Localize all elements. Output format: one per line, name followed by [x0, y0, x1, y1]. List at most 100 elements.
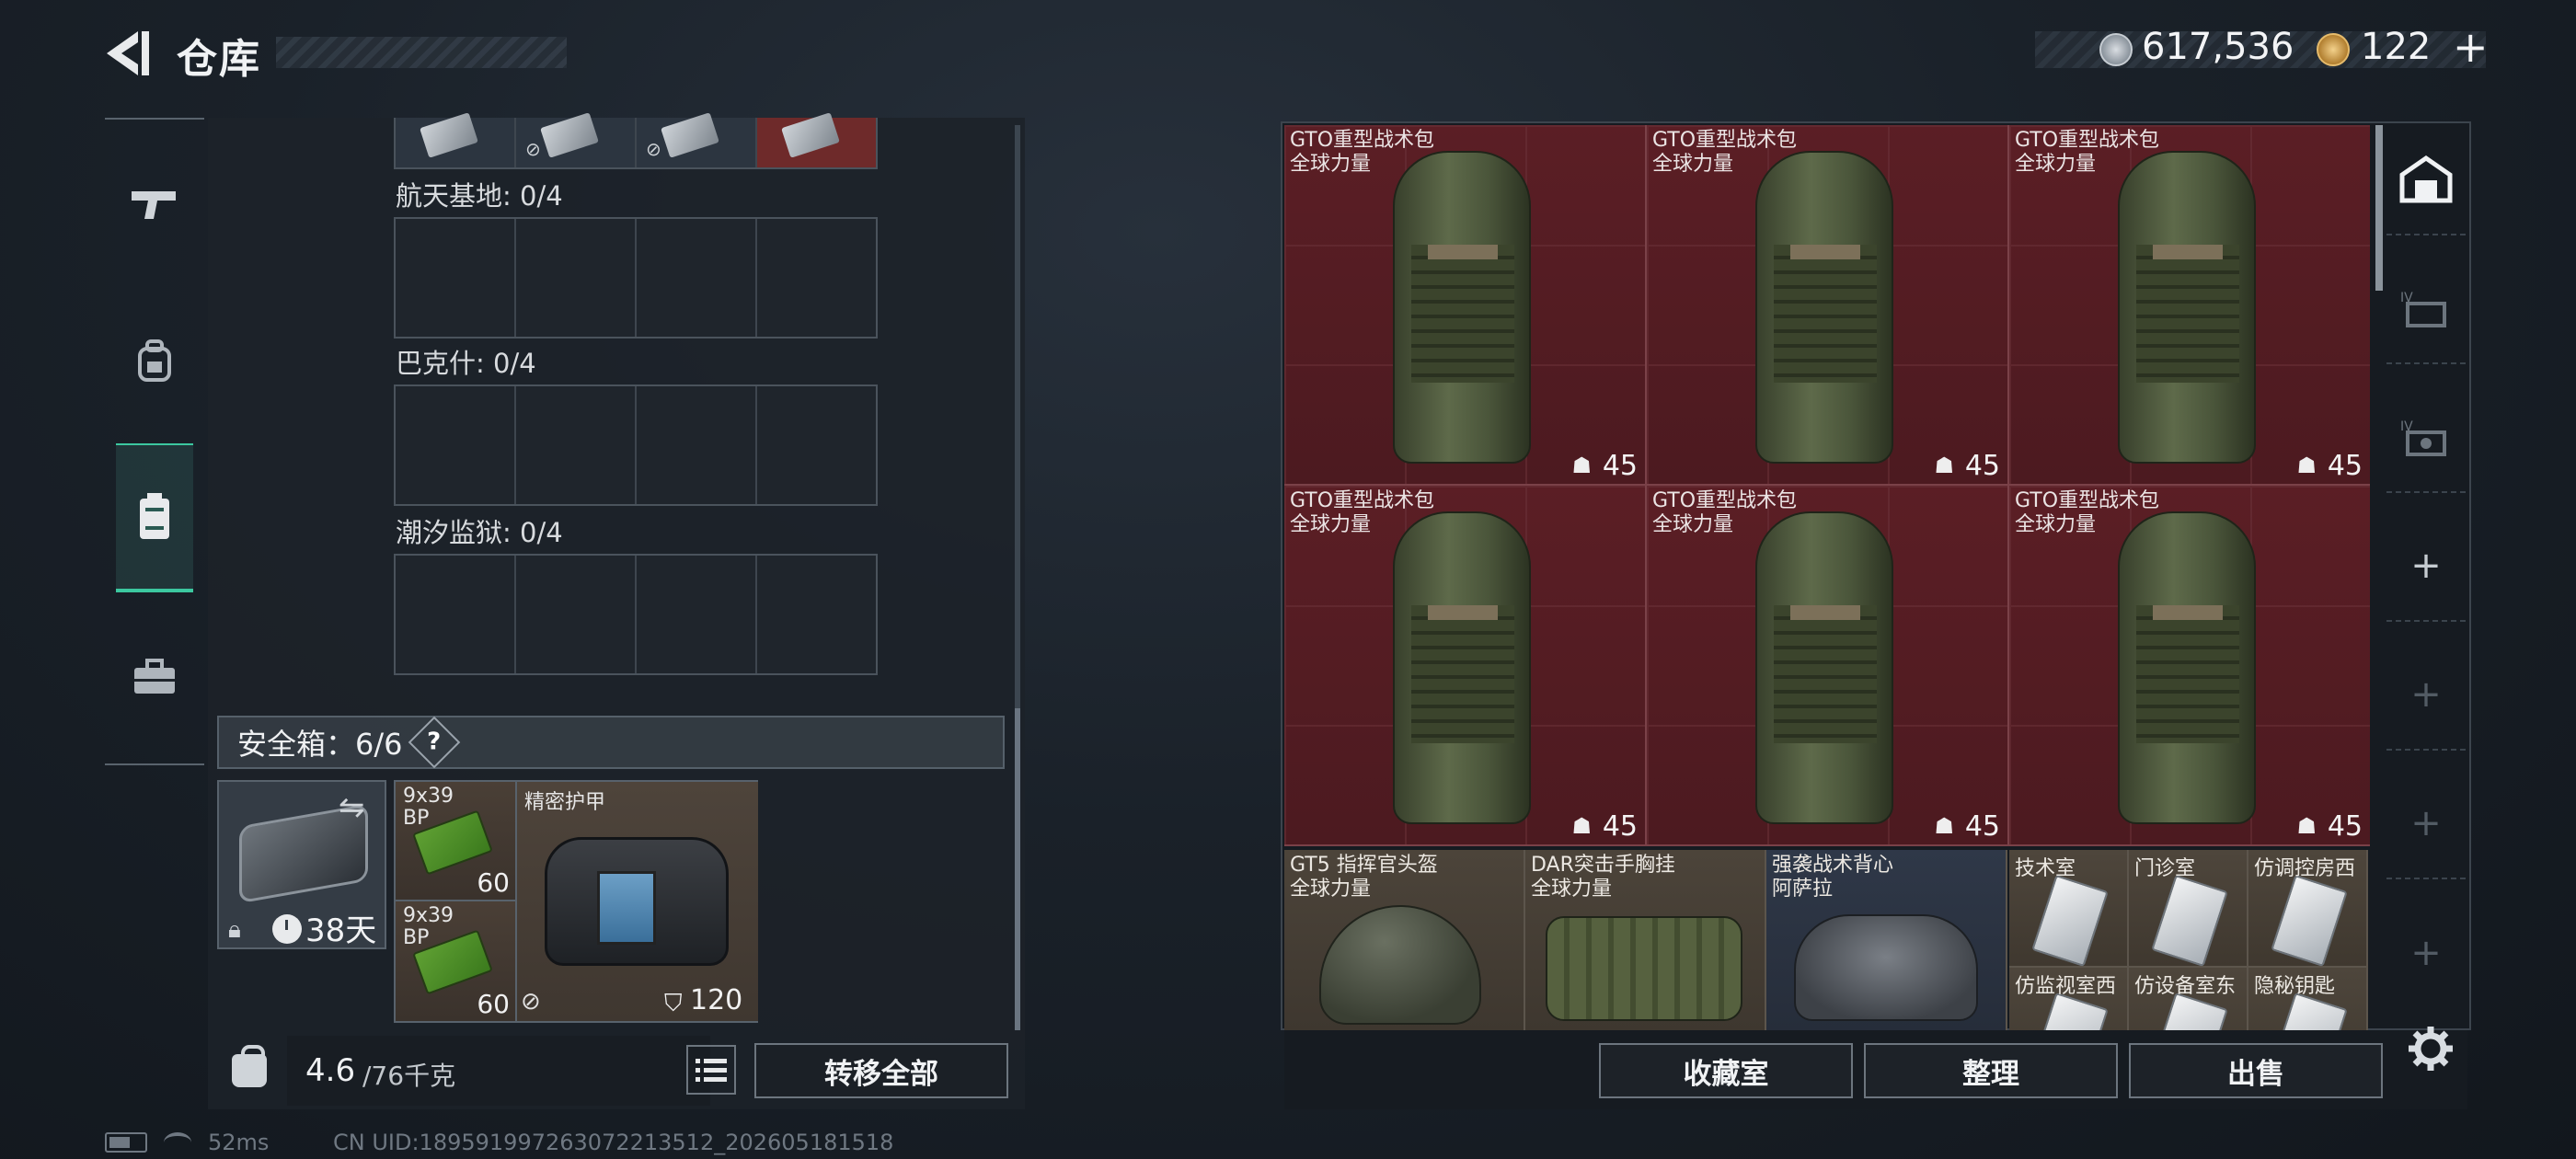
keycard-image — [2151, 874, 2228, 968]
backpack-image — [2118, 151, 2256, 464]
backpack-item[interactable]: GTO重型战术包 全球力量 ☗ 45 — [1284, 125, 1647, 486]
partial-slot-row: ⊘ ⊘ — [394, 112, 878, 169]
card-folder-icon: IV — [2400, 291, 2446, 327]
container-icon — [140, 493, 169, 539]
backpack-item[interactable]: GTO重型战术包 全球力量 ☗ 45 — [1647, 486, 2009, 846]
item-capacity: 45 — [1964, 810, 2000, 843]
key-item[interactable]: 隐秘钥匙 — [2248, 968, 2368, 1030]
ping-value: 52ms — [208, 1130, 270, 1155]
rail-backpack-tab[interactable] — [116, 322, 193, 399]
slot-cell[interactable] — [396, 556, 516, 673]
slot-cell[interactable] — [637, 556, 757, 673]
sell-button[interactable]: 出售 — [2129, 1043, 2383, 1098]
item-name: GT5 指挥官头盔 全球力量 — [1290, 854, 1438, 901]
status-bar: 52ms — [105, 1130, 269, 1155]
locked-stash-page[interactable]: + — [2386, 898, 2466, 1008]
weight-display: 4.6 /76千克 — [287, 1036, 710, 1106]
warehouse-icon — [2399, 155, 2453, 203]
coin-icon — [2099, 33, 2133, 66]
ticket-icon — [2317, 33, 2350, 66]
help-button[interactable]: ? — [408, 716, 460, 769]
key-item[interactable]: 门诊室 — [2129, 850, 2248, 968]
locked-stash-page[interactable]: + — [2386, 640, 2466, 751]
backpack-image — [1755, 511, 1893, 824]
slot-cell[interactable]: ⊘ — [516, 112, 637, 167]
slot-cell[interactable] — [516, 556, 637, 673]
slot-cell[interactable] — [396, 219, 516, 337]
add-stash-page-button[interactable]: + — [2386, 511, 2466, 622]
key-name: 门诊室 — [2134, 857, 2196, 880]
ammo-count: 60 — [477, 867, 510, 898]
stash-tab-iv-2[interactable]: IV — [2386, 383, 2466, 493]
user-uid: CN UID:1895919972630722​13512_2026051815… — [333, 1130, 894, 1155]
map-label-tidal-prison: 潮汐监狱: 0/4 — [396, 517, 563, 548]
weight-icon — [232, 1045, 267, 1087]
item-name: GTO重型战术包 全球力量 — [2015, 489, 2160, 536]
slot-cell[interactable] — [516, 219, 637, 337]
stash-tab-iv-1[interactable]: IV — [2386, 254, 2466, 364]
chest-rig-item[interactable]: DAR突击手胸挂 全球力量 — [1525, 850, 1766, 1030]
page-title: 仓库 — [177, 36, 261, 83]
backpack-image — [2118, 511, 2256, 824]
rail-container-tab[interactable] — [116, 443, 193, 592]
back-button[interactable] — [101, 28, 156, 79]
stash-grid: GTO重型战术包 全球力量 ☗ 45 GTO重型战术包 全球力量 ☗ 45 GTO重… — [1284, 125, 2370, 1030]
chest-rig-image — [1546, 916, 1742, 1021]
slot-cell[interactable] — [757, 386, 876, 504]
ammo-item[interactable]: 9x39 BP 60 — [396, 901, 517, 1021]
vest-item[interactable]: 强袭战术背心 阿萨拉 — [1766, 850, 2007, 1030]
key-item[interactable]: 仿调控房西 — [2248, 850, 2368, 968]
locked-stash-page[interactable]: + — [2386, 769, 2466, 879]
backpack-image — [1755, 151, 1893, 464]
slot-cell[interactable] — [396, 112, 516, 167]
swap-icon[interactable]: ⇋ — [339, 789, 365, 826]
tidy-button[interactable]: 整理 — [1864, 1043, 2118, 1098]
capacity-icon: ☗ — [1934, 813, 1954, 839]
slot-cell[interactable] — [757, 556, 876, 673]
stash-tab-main[interactable] — [2386, 125, 2466, 235]
stash-footer: 收藏室 整理 出售 — [1284, 1030, 2467, 1109]
title-decoration — [276, 37, 567, 68]
left-scrollbar-thumb[interactable] — [1015, 708, 1020, 1030]
slot-cell[interactable] — [637, 386, 757, 504]
keycard-image — [2271, 874, 2348, 968]
key-slot-row-tidal-prison — [394, 554, 878, 675]
key-item[interactable]: 技术室 — [2009, 850, 2129, 968]
item-name: GTO重型战术包 全球力量 — [2015, 129, 2160, 176]
safe-box-case[interactable]: ⇋ 🔒︎ 38天 — [217, 780, 386, 949]
helmet-item[interactable]: GT5 指挥官头盔 全球力量 — [1284, 850, 1525, 1030]
transfer-all-button[interactable]: 转移全部 — [754, 1043, 1008, 1098]
clock-icon — [272, 914, 302, 944]
slot-cell[interactable] — [637, 219, 757, 337]
key-item[interactable]: 仿监视室西 — [2009, 968, 2129, 1030]
slot-cell[interactable] — [757, 112, 876, 167]
key-item[interactable]: 仿设备室东 — [2129, 968, 2248, 1030]
slot-cell[interactable] — [516, 386, 637, 504]
list-view-button[interactable] — [686, 1045, 736, 1095]
armor-item[interactable]: 精密护甲 ⊘ ⛉ 120 — [517, 782, 758, 1021]
add-ticket-button[interactable]: + — [2453, 22, 2489, 72]
armor-durability: 120 — [690, 984, 743, 1016]
item-name: GTO重型战术包 全球力量 — [1290, 129, 1435, 176]
capacity-icon: ☗ — [2296, 453, 2317, 478]
key-name: 仿设备室东 — [2134, 975, 2237, 998]
item-capacity: 45 — [1602, 450, 1638, 482]
left-scrollbar-track[interactable] — [1015, 125, 1020, 714]
key-name: 技术室 — [2015, 857, 2076, 880]
weight-icon-box — [217, 1036, 282, 1106]
backpack-item[interactable]: GTO重型战术包 全球力量 ☗ 45 — [1284, 486, 1647, 846]
slot-cell[interactable] — [396, 386, 516, 504]
item-name: GTO重型战术包 全球力量 — [1290, 489, 1435, 536]
slot-cell[interactable]: ⊘ — [637, 112, 757, 167]
rail-weapon-tab[interactable] — [116, 166, 193, 243]
stash-scrollbar[interactable] — [2375, 125, 2383, 291]
backpack-item[interactable]: GTO重型战术包 全球力量 ☗ 45 — [1647, 125, 2009, 486]
slot-cell[interactable] — [757, 219, 876, 337]
collection-room-button[interactable]: 收藏室 — [1599, 1043, 1853, 1098]
ammo-item[interactable]: 9x39 BP 60 — [396, 782, 517, 901]
backpack-item[interactable]: GTO重型战术包 全球力量 ☗ 45 — [2009, 125, 2370, 486]
rail-case-tab[interactable] — [116, 638, 193, 716]
weapon-icon — [132, 191, 176, 219]
settings-button[interactable] — [2403, 1021, 2458, 1076]
backpack-item[interactable]: GTO重型战术包 全球力量 ☗ 45 — [2009, 486, 2370, 846]
